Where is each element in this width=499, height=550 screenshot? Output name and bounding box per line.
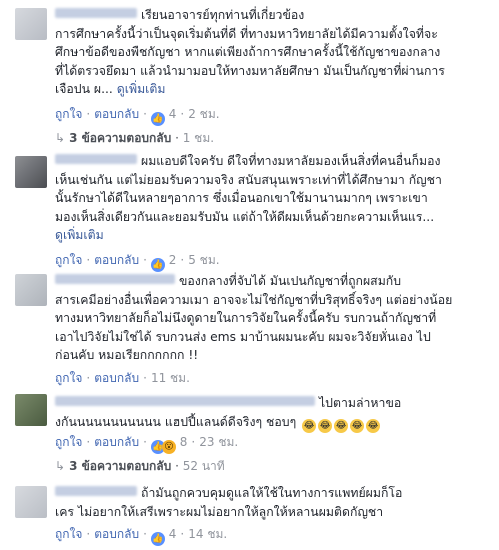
comment-actions: ถูกใจ · ตอบกลับ · 👍😮 8 · 23 ชม. xyxy=(55,435,239,454)
comment-text: ผมแอบดีใจครับ ดีใจที่ทางมหาลัยมองเห็นสิ่… xyxy=(55,152,480,245)
see-more-link[interactable]: ดูเพิ่มเติม xyxy=(55,228,104,242)
like-link[interactable]: ถูกใจ xyxy=(55,527,82,541)
comment-line: เคร ไม่อยากให้เสรีเพราะผมไม่อยากให้ลูกให… xyxy=(55,504,384,519)
comment-time[interactable]: 11 ชม. xyxy=(151,371,190,385)
reply-link[interactable]: ตอบกลับ xyxy=(94,527,139,541)
avatar[interactable] xyxy=(15,274,47,306)
replies-toggle[interactable]: ↳ 3 ข้อความตอบกลับ · 1 ชม. xyxy=(55,130,214,146)
comment-line: ของกลางที่จับได้ มันเปนกัญชาที่ถูกผสมกับ xyxy=(179,274,402,288)
comment-line: นั้นรักษาได้ดีในหลายๆอาการ ซึ่งเมื่อนอกเ… xyxy=(55,191,428,205)
reply-link[interactable]: ตอบกลับ xyxy=(94,371,139,385)
like-link[interactable]: ถูกใจ xyxy=(55,371,82,385)
comment-text: ไปตามล่าหาขอ งกันนนนนนนนนนน แฮปปี้แลนด์ด… xyxy=(55,394,480,433)
comment-time[interactable]: 2 ชม. xyxy=(188,107,219,121)
like-link[interactable]: ถูกใจ xyxy=(55,435,82,449)
comment-actions: ถูกใจ · ตอบกลับ · 👍 4 · 2 ชม. xyxy=(55,107,220,126)
comment-line: ก่อนคับ หมอเรียกกกกกก !! xyxy=(55,348,199,362)
like-link[interactable]: ถูกใจ xyxy=(55,253,82,267)
reply-link[interactable]: ตอบกลับ xyxy=(94,107,139,121)
comment-line: งกันนนนนนนนนนน แฮปปี้แลนด์ดีจริงๆ ชอบๆ xyxy=(55,414,297,429)
comment-line: เรียนอาจารย์ทุกท่านที่เกี่ยวข้อง xyxy=(141,8,305,22)
comment-text: เรียนอาจารย์ทุกท่านที่เกี่ยวข้อง การศึกษ… xyxy=(55,6,480,99)
comment-line: มองเห็นสิ่งเดียวกันและยอมรับมัน แต่ถ้าให… xyxy=(55,209,435,224)
like-link[interactable]: ถูกใจ xyxy=(55,107,82,121)
comment-actions: ถูกใจ · ตอบกลับ · 👍 4 · 14 ชม. xyxy=(55,527,228,546)
replies-time: 52 นาที xyxy=(182,459,225,473)
commenter-name[interactable] xyxy=(55,396,315,406)
commenter-name[interactable] xyxy=(55,486,137,496)
like-reaction-icon: 👍 xyxy=(150,532,165,546)
commenter-name[interactable] xyxy=(55,274,175,284)
laughing-emoji-icon: 😂 xyxy=(318,418,333,433)
see-more-link[interactable]: ดูเพิ่มเติม xyxy=(117,82,166,96)
comment-text: ของกลางที่จับได้ มันเปนกัญชาที่ถูกผสมกับ… xyxy=(55,272,480,365)
avatar[interactable] xyxy=(15,394,47,426)
comment-line: การศึกษาครั้งนี้ว่าเป็นจุดเริ่มต้นที่ดี … xyxy=(55,26,438,41)
comment-line: สารเคมีอย่างอื่นเพื่อความเมา อาจจะไม่ใช่… xyxy=(55,292,453,307)
like-reaction-icon: 👍 xyxy=(150,112,165,126)
laughing-emoji-icon: 😂 xyxy=(350,418,365,433)
comment-line: ทางมหาวิทยาลัยก็อไม่นึงดูดายในการวิจัยใน… xyxy=(55,311,437,325)
reply-arrow-icon: ↳ xyxy=(55,131,66,145)
comment-time[interactable]: 23 ชม. xyxy=(199,435,238,449)
avatar[interactable] xyxy=(15,486,47,518)
laughing-emoji-icon: 😂 xyxy=(366,418,381,433)
commenter-name[interactable] xyxy=(55,8,137,18)
replies-count[interactable]: 3 ข้อความตอบกลับ xyxy=(69,459,171,473)
reply-arrow-icon: ↳ xyxy=(55,459,66,473)
laughing-emoji-icon: 😂 xyxy=(334,418,349,433)
comment-actions: ถูกใจ · ตอบกลับ · 11 ชม. xyxy=(55,371,190,385)
comment-line: เจือปน ผ... xyxy=(55,82,113,96)
comment-line: ถ้ามันถูกควบคุมดูแลให้ใช้ในทางการแพทย์ผม… xyxy=(141,486,403,500)
comment-actions: ถูกใจ · ตอบกลับ · 👍 2 · 5 ชม. xyxy=(55,253,220,272)
comment-line: ผมแอบดีใจครับ ดีใจที่ทางมหาลัยมองเห็นสิ่… xyxy=(141,154,441,168)
comment-line: เอาไปวิจัยไม่ใช่ได้ รบกวนส่ง ems มาบ้านผ… xyxy=(55,329,431,344)
comment-line: ไปตามล่าหาขอ xyxy=(319,396,402,410)
comment-line: ที่ได้ตรวจยึดมา แล้วนำมามอบให้ทางมหาลัยศ… xyxy=(55,63,445,78)
laughing-emoji-icon: 😂 xyxy=(302,418,317,433)
avatar[interactable] xyxy=(15,156,47,188)
reply-link[interactable]: ตอบกลับ xyxy=(94,253,139,267)
replies-count[interactable]: 3 ข้อความตอบกลับ xyxy=(69,131,171,145)
commenter-name[interactable] xyxy=(55,154,137,164)
avatar[interactable] xyxy=(15,8,47,40)
comment-time[interactable]: 5 ชม. xyxy=(188,253,219,267)
replies-toggle[interactable]: ↳ 3 ข้อความตอบกลับ · 52 นาที xyxy=(55,458,225,474)
comment-line: เห็นเช่นกัน แต่ไม่ยอมรับความจริง สนับสนุ… xyxy=(55,172,442,187)
like-reaction-icon: 👍 xyxy=(150,258,165,272)
replies-time: 1 ชม. xyxy=(182,131,215,145)
comment-line: ศึกษาข้อดีของพืชกัญชา หากแต่เพียงถ้าการศ… xyxy=(55,45,441,59)
reply-link[interactable]: ตอบกลับ xyxy=(94,435,139,449)
comment-time[interactable]: 14 ชม. xyxy=(188,527,227,541)
comment-text: ถ้ามันถูกควบคุมดูแลให้ใช้ในทางการแพทย์ผม… xyxy=(55,484,480,521)
wow-reaction-icon: 😮 xyxy=(161,440,176,454)
